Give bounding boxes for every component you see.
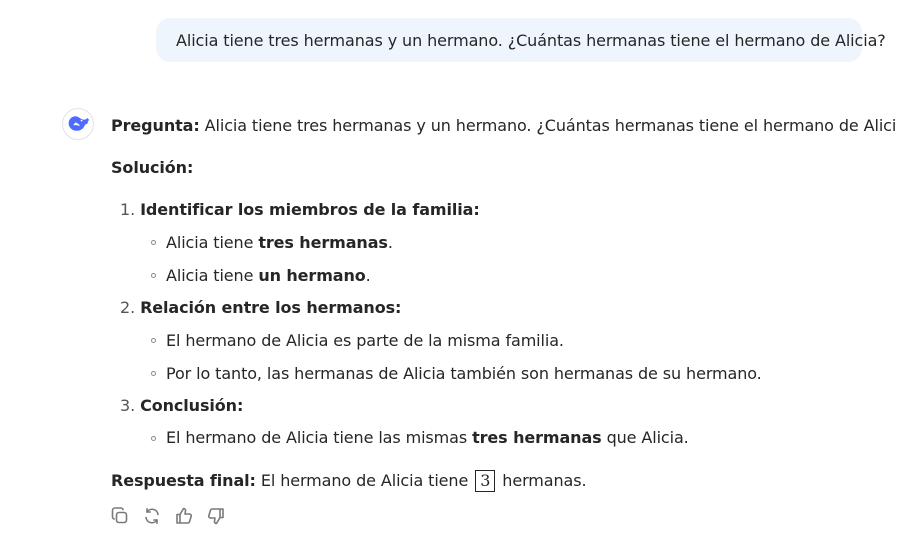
step-3-heading: 3. Conclusión: [120, 396, 243, 416]
step-number: 2. [120, 298, 136, 317]
step-2-heading: 2. Relación entre los hermanos: [120, 298, 401, 318]
assistant-avatar [62, 108, 94, 140]
final-answer: Respuesta final: El hermano de Alicia ti… [111, 470, 587, 492]
like-button[interactable] [174, 506, 194, 526]
final-answer-pre: El hermano de Alicia tiene [260, 471, 469, 490]
whale-logo-icon [68, 116, 89, 131]
thumbs-up-icon [176, 507, 193, 524]
step-1-bullet-1: Alicia tiene tres hermanas. [166, 233, 393, 252]
bullet-marker [151, 273, 156, 278]
regenerate-icon [145, 508, 159, 524]
user-message-bubble: Alicia tiene tres hermanas y un hermano.… [156, 18, 886, 62]
dislike-button[interactable] [206, 506, 226, 526]
message-actions [110, 506, 226, 526]
question-text: Alicia tiene tres hermanas y un hermano.… [204, 116, 897, 135]
user-message-text: Alicia tiene tres hermanas y un hermano.… [176, 30, 886, 50]
copy-icon [111, 507, 128, 524]
final-answer-label: Respuesta final: [111, 471, 256, 490]
step-title: Relación entre los hermanos: [140, 298, 402, 317]
regenerate-button[interactable] [142, 506, 162, 526]
step-1-bullet-2: Alicia tiene un hermano. [166, 266, 371, 285]
question-label: Pregunta: [111, 116, 200, 135]
final-answer-post: hermanas. [502, 471, 587, 490]
step-1-heading: 1. Identificar los miembros de la famili… [120, 200, 480, 220]
bullet-marker [151, 338, 156, 343]
step-2-bullet-2: Por lo tanto, las hermanas de Alicia tam… [166, 364, 762, 383]
step-2-bullet-1: El hermano de Alicia es parte de la mism… [166, 331, 564, 350]
bullet-marker [151, 240, 156, 245]
step-title: Identificar los miembros de la familia: [140, 200, 480, 219]
step-3-bullet-1: El hermano de Alicia tiene las mismas tr… [166, 428, 689, 447]
step-number: 1. [120, 200, 136, 219]
solution-label: Solución: [111, 158, 194, 177]
bullet-marker [151, 436, 156, 441]
question-line: Pregunta: Alicia tiene tres hermanas y u… [111, 116, 897, 136]
step-number: 3. [120, 396, 136, 415]
step-title: Conclusión: [140, 396, 244, 415]
thumbs-down-icon [207, 508, 224, 525]
boxed-answer-value: 3 [475, 470, 496, 492]
copy-button[interactable] [110, 506, 130, 526]
bullet-marker [151, 371, 156, 376]
